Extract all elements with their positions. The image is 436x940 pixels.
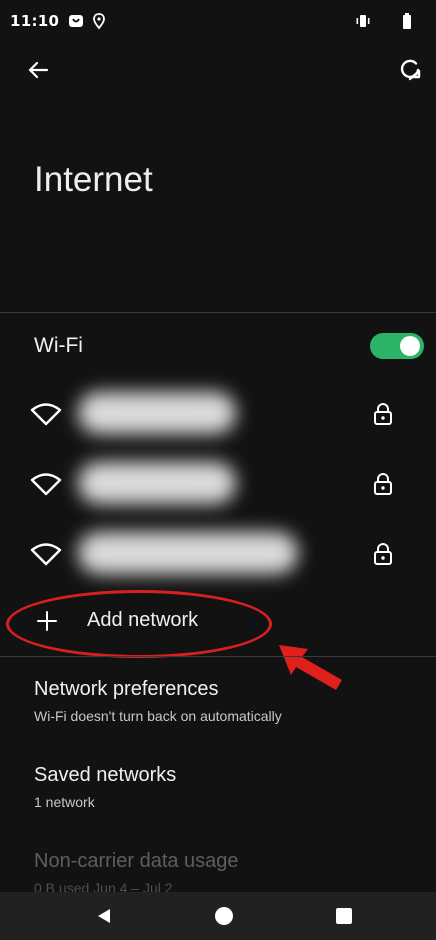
- add-network-button[interactable]: Add network: [0, 594, 436, 652]
- plus-icon: [37, 611, 57, 631]
- status-bar: 11:10: [0, 0, 436, 44]
- pref-title: Saved networks: [34, 764, 177, 786]
- triangle-back-icon: [98, 909, 110, 923]
- wifi-full-icon: [30, 473, 62, 496]
- battery-icon: [398, 12, 416, 30]
- pref-summary: Wi-Fi doesn't turn back on automatically: [34, 708, 282, 724]
- wifi-full-icon: [30, 543, 62, 566]
- lock-icon: [374, 473, 392, 495]
- nav-home-button[interactable]: [212, 904, 236, 928]
- wifi-toggle-row[interactable]: Wi-Fi: [0, 314, 436, 380]
- square-recents-icon: [336, 908, 352, 924]
- network-name-blurred: [78, 462, 236, 504]
- divider: [0, 312, 436, 313]
- page-title: Internet: [34, 160, 153, 199]
- pref-summary: 1 network: [34, 794, 95, 810]
- nav-recents-button[interactable]: [332, 904, 356, 928]
- network-item[interactable]: [0, 518, 436, 590]
- network-preferences-item[interactable]: Network preferences Wi-Fi doesn't turn b…: [0, 674, 436, 738]
- status-time: 11:10: [10, 12, 60, 30]
- pref-title: Non-carrier data usage: [34, 850, 239, 872]
- navigation-bar: [0, 892, 436, 940]
- refresh-icon: [400, 59, 421, 81]
- add-network-label: Add network: [87, 609, 199, 631]
- pref-title: Network preferences: [34, 678, 219, 700]
- network-name-blurred: [78, 392, 236, 434]
- arrow-left-icon: [28, 61, 49, 79]
- lock-icon: [374, 403, 392, 425]
- network-item[interactable]: [0, 378, 436, 450]
- network-item[interactable]: [0, 448, 436, 520]
- wifi-toggle-switch[interactable]: [370, 333, 424, 359]
- shield-badge-icon: [67, 12, 85, 30]
- nav-back-button[interactable]: [92, 904, 116, 928]
- settings-screen: 11:10 Internet Wi-Fi Add network Network…: [0, 0, 436, 940]
- circle-home-icon: [215, 907, 233, 925]
- divider: [0, 656, 436, 657]
- back-button[interactable]: [18, 50, 58, 90]
- lock-icon: [374, 543, 392, 565]
- toggle-knob: [400, 336, 420, 356]
- vibrate-icon: [354, 12, 372, 30]
- refresh-button[interactable]: [390, 50, 430, 90]
- saved-networks-item[interactable]: Saved networks 1 network: [0, 760, 436, 824]
- location-pin-icon: [90, 12, 108, 30]
- wifi-label: Wi-Fi: [34, 334, 83, 357]
- network-name-blurred: [78, 532, 298, 574]
- wifi-full-icon: [30, 403, 62, 426]
